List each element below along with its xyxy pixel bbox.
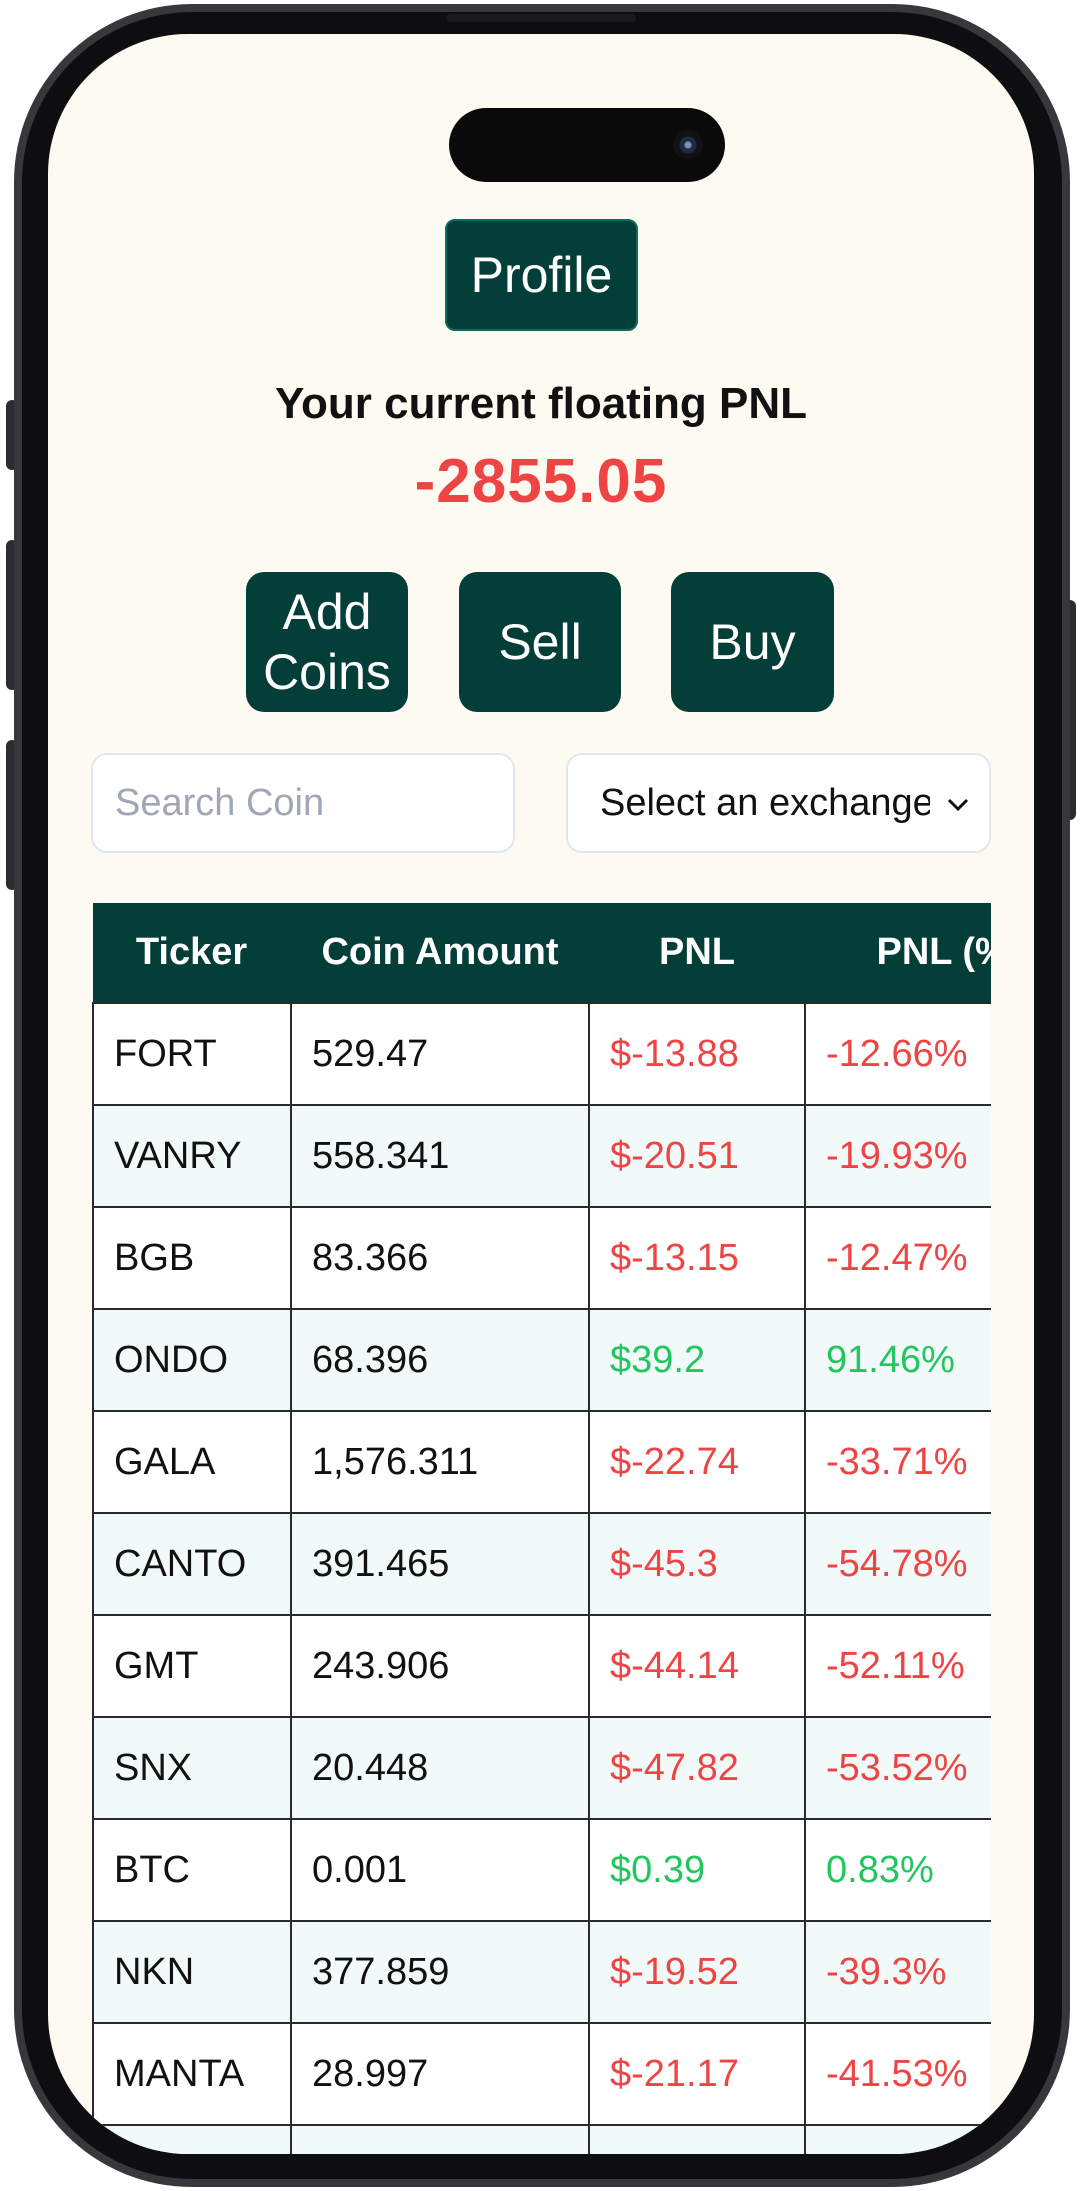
cell-pnl [588,2124,806,2154]
cell-ticker: SNX [92,1716,292,1820]
cell-ticker [92,2124,292,2154]
holdings-table-container[interactable]: Ticker Coin Amount PNL PNL (%) FORT529.4… [92,903,991,2154]
cell-coin-amount: 391.465 [290,1512,590,1616]
header-pnl-percent[interactable]: PNL (%) [805,903,991,1003]
cell-ticker: ONDO [92,1308,292,1412]
cell-pnl-percent [804,2124,991,2154]
table-row[interactable]: MANTA 28.997 $-21.17 -41.53% [92,2022,991,2126]
cell-coin-amount: 1,576.311 [290,1410,590,1514]
search-placeholder: Search Coin [115,781,325,824]
sell-button[interactable]: Sell [459,572,621,712]
cell-coin-amount: 83.366 [290,1206,590,1310]
cell-coin-amount: 529.47 [290,1002,590,1106]
cell-pnl: $-13.15 [588,1206,806,1310]
exchange-select-value: Select an exchange [600,781,930,824]
cell-pnl: $-44.14 [588,1614,806,1718]
table-header-row: Ticker Coin Amount PNL PNL (%) [93,903,991,1003]
cell-coin-amount: 243.906 [290,1614,590,1718]
table-row[interactable]: BGB 83.366 $-13.15 -12.47% [92,1206,991,1310]
chevron-down-icon [947,786,969,820]
cell-ticker: GMT [92,1614,292,1718]
cell-pnl: $-21.17 [588,2022,806,2126]
cell-coin-amount: 20.448 [290,1716,590,1820]
cell-coin-amount: 28.997 [290,2022,590,2126]
cell-coin-amount: 377.859 [290,1920,590,2024]
cell-ticker: GALA [92,1410,292,1514]
cell-pnl: $39.2 [588,1308,806,1412]
cell-pnl: $-47.82 [588,1716,806,1820]
holdings-table: Ticker Coin Amount PNL PNL (%) FORT529.4… [92,903,991,2154]
cell-pnl-percent: -19.93% [804,1104,991,1208]
add-coins-button[interactable]: Add Coins [246,572,408,712]
cell-pnl: $0.39 [588,1818,806,1922]
exchange-select[interactable]: Select an exchange [566,753,991,853]
cell-ticker: BTC [92,1818,292,1922]
cell-ticker: NKN [92,1920,292,2024]
cell-coin-amount: 558.341 [290,1104,590,1208]
table-row[interactable]: NKN 377.859 $-19.52 -39.3% [92,1920,991,2024]
pnl-value: -2855.05 [414,447,668,516]
profile-button[interactable]: Profile [445,219,638,331]
cell-coin-amount [290,2124,590,2154]
dynamic-island [449,108,725,182]
cell-pnl-percent: -33.71% [804,1410,991,1514]
header-pnl[interactable]: PNL [589,903,806,1003]
cell-pnl-percent: -54.78% [804,1512,991,1616]
table-row[interactable]: VANRY 558.341 $-20.51 -19.93% [92,1104,991,1208]
cell-pnl-percent: -41.53% [804,2022,991,2126]
pnl-label: Your current floating PNL [274,379,808,428]
cell-pnl-percent: 91.46% [804,1308,991,1412]
cell-pnl: $-45.3 [588,1512,806,1616]
cell-ticker: MANTA [92,2022,292,2126]
buy-button[interactable]: Buy [671,572,834,712]
cell-ticker: BGB [92,1206,292,1310]
cell-pnl: $-22.74 [588,1410,806,1514]
table-row[interactable]: BTC 0.001 $0.39 0.83% [92,1818,991,1922]
header-ticker[interactable]: Ticker [93,903,292,1003]
cell-coin-amount: 68.396 [290,1308,590,1412]
cell-pnl-percent: -12.47% [804,1206,991,1310]
phone-speaker-grille [446,14,636,22]
cell-pnl-percent: -12.66% [804,1002,991,1106]
front-camera-icon [673,130,703,160]
app-screen: Profile Your current floating PNL -2855.… [48,34,1034,2154]
table-row[interactable]: CANTO 391.465 $-45.3 -54.78% [92,1512,991,1616]
table-row[interactable]: FORT 529.47 $-13.88 -12.66% [92,1002,991,1106]
table-row[interactable]: GMT 243.906 $-44.14 -52.11% [92,1614,991,1718]
cell-ticker: VANRY [92,1104,292,1208]
cell-pnl: $-20.51 [588,1104,806,1208]
table-row[interactable]: SNX 20.448 $-47.82 -53.52% [92,1716,991,1820]
table-row[interactable]: ONDO 68.396 $39.2 91.46% [92,1308,991,1412]
cell-pnl: $-19.52 [588,1920,806,2024]
cell-pnl: $-13.88 [588,1002,806,1106]
cell-ticker: FORT [92,1002,292,1106]
cell-pnl-percent: -39.3% [804,1920,991,2024]
table-row[interactable] [92,2124,991,2154]
cell-pnl-percent: 0.83% [804,1818,991,1922]
cell-coin-amount: 0.001 [290,1818,590,1922]
cell-ticker: CANTO [92,1512,292,1616]
table-row[interactable]: GALA 1,576.311 $-22.74 -33.71% [92,1410,991,1514]
cell-pnl-percent: -53.52% [804,1716,991,1820]
header-coin-amount[interactable]: Coin Amount [291,903,590,1003]
cell-pnl-percent: -52.11% [804,1614,991,1718]
search-input[interactable]: Search Coin [91,753,515,853]
